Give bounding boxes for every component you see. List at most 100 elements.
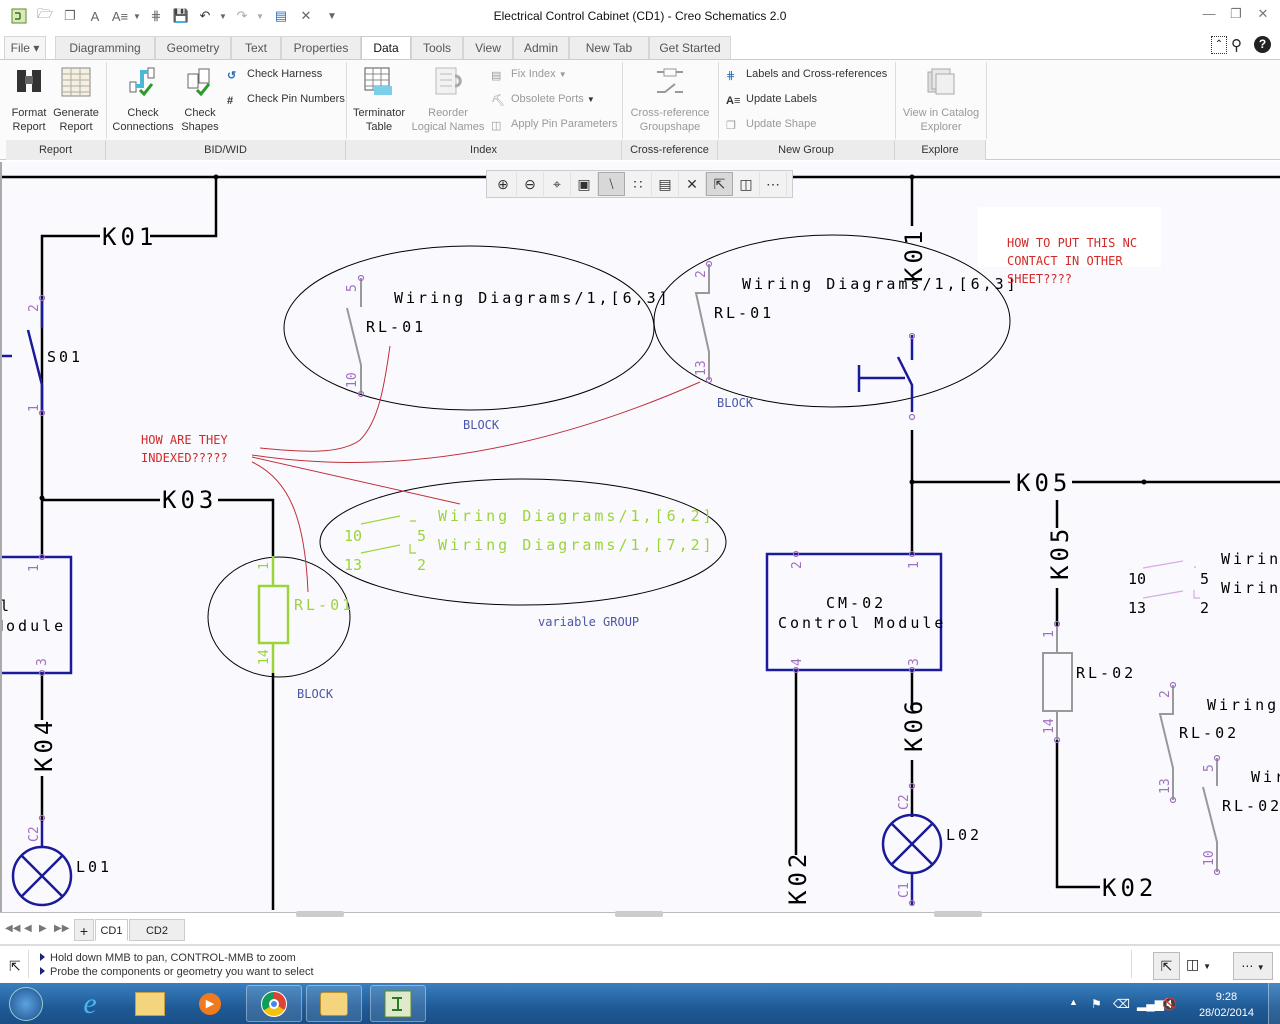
outlook-icon[interactable] [306, 985, 362, 1022]
check-connections-button[interactable]: Check Connections [110, 66, 176, 134]
variable-group-label: variable GROUP [538, 615, 639, 629]
view-in-catalog-explorer-button[interactable]: View in Catalog Explorer [898, 66, 984, 134]
internet-explorer-icon[interactable]: e [62, 985, 118, 1022]
snap-icon[interactable]: ⋯ [760, 172, 787, 196]
button-label: Reorder Logical Names [411, 107, 485, 133]
file-explorer-icon[interactable] [122, 985, 178, 1022]
schematic-drawing[interactable]: K01 K03 K05 K02 K04 K05 K06 K02 K01 S01 … [0, 162, 1280, 912]
zoom-window-icon[interactable]: ⌖ [544, 172, 571, 196]
minimize-ribbon-icon[interactable]: ⌃ [1211, 36, 1227, 54]
close-button[interactable]: ✕ [1252, 6, 1274, 26]
tab-new-tab[interactable]: New Tab [569, 36, 649, 59]
delete-icon[interactable]: ✕ [679, 172, 706, 196]
control-module-cm02[interactable] [765, 552, 943, 672]
sheet-tab-cd2[interactable]: CD2 [129, 919, 185, 941]
divider [1131, 950, 1132, 978]
right-group-lines [1142, 560, 1200, 599]
zoom-out-icon[interactable]: ⊖ [517, 172, 544, 196]
pin-label: 13 [694, 360, 709, 376]
catalog-icon [927, 68, 955, 95]
wire-label-k03: K03 [162, 486, 217, 514]
pin-label: 14 [1042, 718, 1057, 734]
smart-select-button[interactable]: ◫ ▼ [1186, 956, 1211, 973]
pushbutton-contact[interactable] [857, 335, 914, 412]
tab-admin[interactable]: Admin [513, 36, 569, 59]
labels-cross-references-button[interactable]: ⋕ Labels and Cross-references [726, 65, 887, 83]
select-icon[interactable]: ⇱ [706, 172, 733, 196]
select-mode-button[interactable]: ⇱ [1153, 952, 1180, 980]
filter-button[interactable]: ⋯ ▼ [1233, 952, 1273, 980]
splitter-handle[interactable] [296, 911, 344, 917]
format-report-button[interactable]: Format Report [6, 66, 52, 134]
obsolete-ports-button[interactable]: ⛏ Obsolete Ports ▼ [491, 90, 595, 108]
cross-reference-groupshape-button[interactable]: Cross-reference Groupshape [624, 66, 716, 134]
tab-geometry[interactable]: Geometry [155, 36, 231, 59]
help-icon[interactable]: ? [1254, 36, 1271, 53]
update-labels-button[interactable]: A≡ Update Labels [726, 90, 817, 108]
status-bar: ⇱ Hold down MMB to pan, CONTROL-MMB to z… [0, 944, 1280, 982]
volume-muted-icon[interactable]: 🔇 [1162, 997, 1177, 1011]
add-sheet-button[interactable]: + [74, 919, 94, 941]
last-sheet-icon[interactable]: ▶▶ [54, 923, 69, 934]
tab-properties[interactable]: Properties [281, 36, 361, 59]
pin-label: 2 [1158, 690, 1173, 698]
power-icon[interactable]: ⌫ [1113, 997, 1130, 1011]
grid-settings-icon[interactable]: ▤ [652, 172, 679, 196]
check-shapes-button[interactable]: Check Shapes [178, 66, 222, 134]
tab-diagramming[interactable]: Diagramming [55, 36, 155, 59]
pin-label: 5 [345, 284, 360, 292]
check-pin-numbers-button[interactable]: # Check Pin Numbers [227, 90, 345, 108]
next-sheet-icon[interactable]: ▶ [39, 923, 47, 934]
tab-tools[interactable]: Tools [411, 36, 463, 59]
s01-label: S01 [47, 348, 83, 366]
schematic-canvas[interactable]: K01 K03 K05 K02 K04 K05 K06 K02 K01 S01 … [0, 162, 1280, 912]
display-wires-icon[interactable]: ⧵ [598, 172, 625, 196]
status-message: Hold down MMB to pan, CONTROL-MMB to zoo… [40, 952, 296, 964]
restore-button[interactable]: ❐ [1225, 6, 1247, 26]
pin-label: 1 [257, 562, 272, 570]
tab-text[interactable]: Text [231, 36, 281, 59]
lamp-l01[interactable] [11, 822, 73, 907]
show-desktop-button[interactable] [1268, 983, 1280, 1024]
tab-get-started[interactable]: Get Started [649, 36, 731, 59]
splitter-handle[interactable] [934, 911, 982, 917]
network-icon[interactable]: ▂▄▆ [1137, 997, 1164, 1011]
apply-pin-parameters-button[interactable]: ◫ Apply Pin Parameters [491, 115, 617, 133]
media-player-icon[interactable]: ▶ [182, 985, 238, 1022]
check-harness-icon: ↺ [227, 70, 237, 82]
refit-icon[interactable]: ▣ [571, 172, 598, 196]
sheet-tab-cd1[interactable]: CD1 [95, 919, 128, 941]
splitter-handle[interactable] [615, 911, 663, 917]
start-button[interactable] [4, 985, 48, 1022]
fix-index-button[interactable]: ▤ Fix Index ▼ [491, 65, 567, 83]
graphics-toolbar: ⊕ ⊖ ⌖ ▣ ⧵ ∷ ▤ ✕ ⇱ ◫ ⋯ [486, 170, 793, 198]
reorder-logical-names-button[interactable]: Reorder Logical Names [410, 66, 486, 134]
check-connections-icon [129, 67, 155, 97]
terminator-table-button[interactable]: Terminator Table [350, 66, 408, 134]
xref-rl01-a: Wiring Diagrams/1,[6,3] [394, 289, 671, 307]
check-harness-button[interactable]: ↺ Check Harness [227, 65, 322, 83]
select-box-icon[interactable]: ◫ [733, 172, 760, 196]
tab-data[interactable]: Data [361, 36, 411, 61]
tab-file[interactable]: File ▾ [4, 36, 46, 59]
wire-label-k04: K04 [30, 717, 58, 772]
switch-s01[interactable] [0, 298, 44, 413]
tab-view[interactable]: View [463, 36, 513, 59]
action-center-icon[interactable]: ⚑ [1091, 997, 1102, 1011]
creo-schematics-icon[interactable] [370, 985, 426, 1022]
cm02-label-2: Control Module [778, 614, 946, 632]
generate-report-button[interactable]: Generate Report [52, 66, 100, 134]
lamp-l02[interactable] [881, 813, 943, 905]
clock[interactable]: 9:28 28/02/2014 [1199, 989, 1254, 1021]
chrome-icon[interactable] [246, 985, 302, 1022]
minimize-button[interactable]: — [1198, 6, 1220, 26]
grid-display-icon[interactable]: ∷ [625, 172, 652, 196]
show-hidden-icons[interactable]: ▲ [1069, 997, 1078, 1007]
zoom-in-icon[interactable]: ⊕ [490, 172, 517, 196]
update-shape-button[interactable]: ❐ Update Shape [726, 115, 816, 133]
control-module-cm01[interactable] [0, 555, 73, 675]
search-icon[interactable]: ⚲ [1231, 36, 1242, 54]
first-sheet-icon[interactable]: ◀◀ [5, 923, 20, 934]
previous-sheet-icon[interactable]: ◀ [24, 923, 32, 934]
group-label-report: Report [6, 140, 106, 160]
